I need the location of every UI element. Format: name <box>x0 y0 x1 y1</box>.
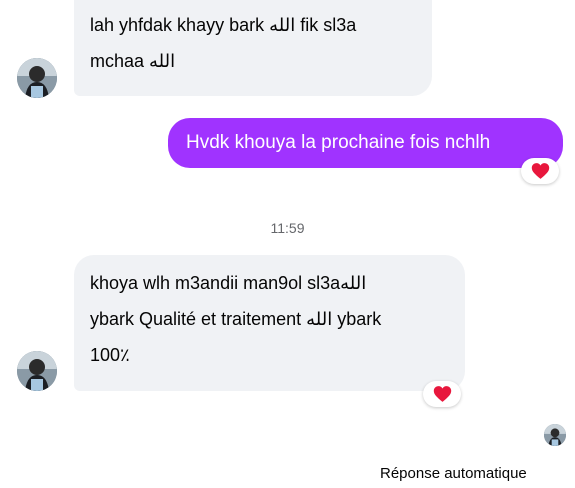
incoming-message-bubble[interactable]: khoya wlh m3andii man9ol sl3aالله ybark … <box>74 255 465 391</box>
seen-indicator-avatar <box>544 424 566 446</box>
avatar-image <box>17 351 57 391</box>
avatar-image <box>544 424 566 446</box>
outgoing-message-bubble[interactable]: Hvdk khouya la prochaine fois nchlh <box>168 118 563 168</box>
message-reaction[interactable] <box>521 158 559 184</box>
message-timestamp: 11:59 <box>270 220 305 236</box>
auto-reply-label: Réponse automatique <box>380 465 527 482</box>
message-reaction[interactable] <box>423 381 461 407</box>
avatar-image <box>17 58 57 98</box>
incoming-message-bubble[interactable]: lah yhfdak khayy bark الله fik sl3a mcha… <box>74 0 432 96</box>
sender-avatar[interactable] <box>17 351 57 391</box>
heart-icon <box>531 163 549 179</box>
sender-avatar[interactable] <box>17 58 57 98</box>
heart-icon <box>433 386 451 402</box>
